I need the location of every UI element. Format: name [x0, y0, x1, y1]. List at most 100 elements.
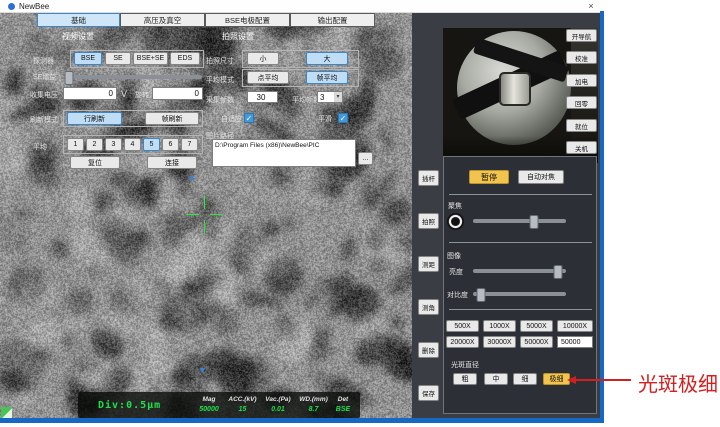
focus-label: 聚焦: [448, 201, 462, 211]
detector-se-button[interactable]: SE: [105, 52, 131, 65]
insert-rod-button[interactable]: 插杆: [418, 170, 439, 186]
tab-bse-config[interactable]: BSE电极配置: [205, 13, 290, 27]
mag-10000x-button[interactable]: 10000X: [557, 320, 593, 332]
page: { "window": {"title": "NewBee", "close_g…: [0, 0, 720, 427]
se-gain-slider-thumb[interactable]: [64, 71, 73, 85]
spot-extra-fine-button[interactable]: 极细: [543, 373, 570, 385]
measure-angle-button[interactable]: 测角: [418, 299, 439, 315]
collect-voltage-input[interactable]: 0: [63, 87, 117, 100]
div-scale-label: Div:0.5μm: [98, 400, 161, 411]
app-icon: [8, 3, 15, 10]
tab-basic[interactable]: 基础: [37, 13, 120, 27]
smooth-checkbox[interactable]: ✓: [338, 113, 348, 123]
window-bottom-edge: [0, 418, 604, 423]
brightness-slider-thumb[interactable]: [553, 265, 562, 279]
brightness-label: 亮度: [449, 267, 463, 277]
contrast-slider-thumb[interactable]: [477, 288, 486, 302]
open-nav-button[interactable]: 开导航: [566, 29, 597, 42]
average-4-button[interactable]: 4: [124, 138, 141, 151]
brightness-slider[interactable]: [473, 269, 566, 273]
frames-input[interactable]: 30: [247, 91, 278, 103]
autofocus-button[interactable]: 自动对焦: [518, 170, 564, 184]
in-position-button[interactable]: 就位: [566, 119, 597, 132]
measure-distance-button[interactable]: 测距: [418, 256, 439, 272]
spot-medium-button[interactable]: 中: [484, 373, 508, 385]
avg-frames-value: 3: [320, 93, 324, 102]
smooth-label: 平滑: [318, 114, 332, 124]
voltage-unit: V: [121, 89, 127, 99]
mag-20000x-button[interactable]: 20000X: [446, 336, 479, 348]
average-3-button[interactable]: 3: [105, 138, 122, 151]
app-window: 基础 高压及真空 BSE电极配置 输出配置 视频设置 探测器 BSE SE BS…: [0, 13, 601, 418]
pause-button[interactable]: 暂停: [469, 170, 509, 184]
sample-stub: [499, 72, 531, 106]
mag-30000x-button[interactable]: 30000X: [483, 336, 516, 348]
title-bar: NewBee ×: [0, 0, 601, 13]
detector-eds-button[interactable]: EDS: [170, 52, 200, 65]
status-col-wd: WD.(mm): [297, 396, 331, 403]
average-2-button[interactable]: 2: [86, 138, 103, 151]
desktop-icon: [1, 407, 12, 418]
tab-bse-config-label: BSE电极配置: [225, 15, 270, 26]
average-1-button[interactable]: 1: [67, 138, 84, 151]
tab-basic-label: 基础: [71, 15, 86, 26]
mag-50000x-button[interactable]: 50000X: [520, 336, 553, 348]
power-off-button[interactable]: 关机: [566, 141, 597, 154]
mag-5000x-button[interactable]: 5000X: [520, 320, 553, 332]
path-textarea[interactable]: D:\Program Files (x86)\NewBee\PIC: [212, 139, 356, 167]
save-button[interactable]: 保存: [418, 385, 439, 401]
rotation-input[interactable]: 0: [152, 87, 203, 100]
image-section-label: 图像: [447, 251, 461, 261]
tab-hv-vacuum-label: 高压及真空: [144, 15, 182, 26]
contrast-slider[interactable]: [473, 292, 566, 296]
annotation-text: 光斑极细: [638, 368, 718, 397]
status-bar: Div:0.5μm Mag ACC.(kV) Vac.(Pa) WD.(mm) …: [78, 392, 360, 418]
focus-slider-thumb[interactable]: [530, 215, 539, 229]
home-button[interactable]: 回零: [566, 96, 597, 109]
photo-settings-title: 拍照设置: [222, 31, 254, 42]
avg-point-button[interactable]: 点平均: [247, 71, 289, 84]
close-icon[interactable]: ×: [584, 1, 598, 12]
average-5-button[interactable]: 5: [143, 138, 160, 151]
spot-fine-button[interactable]: 细: [513, 373, 537, 385]
avg-frame-button[interactable]: 帧平均: [306, 71, 348, 84]
browse-button[interactable]: ...: [358, 152, 373, 165]
refresh-row-button[interactable]: 行刷新: [67, 112, 122, 125]
avg-frames-label: 平均帧数: [292, 95, 320, 105]
video-settings-title: 视频设置: [62, 31, 94, 42]
adaptive-label: 自适应: [221, 114, 242, 124]
calibrate-button[interactable]: 校准: [566, 51, 597, 64]
status-col-acc: ACC.(kV): [226, 396, 260, 403]
status-val-det: BSE: [332, 406, 354, 413]
avg-frames-dropdown[interactable]: 3 ▾: [317, 91, 343, 103]
average-6-button[interactable]: 6: [162, 138, 179, 151]
mag-input[interactable]: 50000: [557, 336, 593, 348]
size-large-button[interactable]: 大: [306, 52, 348, 65]
window-right-edge: [600, 11, 604, 423]
detector-bse-se-button[interactable]: BSE+SE: [133, 52, 168, 65]
refresh-frame-button[interactable]: 帧刷新: [145, 112, 199, 125]
status-val-wd: 8.7: [297, 406, 331, 413]
delete-button[interactable]: 删除: [418, 342, 439, 358]
status-val-acc: 15: [226, 406, 260, 413]
se-gain-slider[interactable]: [66, 75, 202, 79]
size-small-button[interactable]: 小: [247, 52, 279, 65]
detector-bse-button[interactable]: BSE: [74, 52, 102, 65]
spot-coarse-button[interactable]: 粗: [453, 373, 477, 385]
focus-slider[interactable]: [473, 219, 566, 223]
frames-label: 采集帧数: [206, 95, 234, 105]
capture-photo-button[interactable]: 拍照: [418, 213, 439, 229]
adaptive-checkbox[interactable]: ✓: [244, 113, 254, 123]
focus-knob-icon[interactable]: [447, 213, 464, 230]
tab-output-config[interactable]: 输出配置: [290, 13, 375, 27]
refresh-mode-label: 刷新模式: [30, 115, 58, 125]
power-on-button[interactable]: 加电: [566, 74, 597, 87]
mag-1000x-button[interactable]: 1000X: [483, 320, 516, 332]
reset-button[interactable]: 复位: [70, 156, 120, 169]
chevron-down-icon[interactable]: ▾: [334, 92, 342, 102]
connect-button[interactable]: 连接: [147, 156, 197, 169]
mag-500x-button[interactable]: 500X: [446, 320, 479, 332]
status-val-mag: 50000: [194, 406, 224, 413]
average-7-button[interactable]: 7: [181, 138, 198, 151]
tab-hv-vacuum[interactable]: 高压及真空: [120, 13, 205, 27]
